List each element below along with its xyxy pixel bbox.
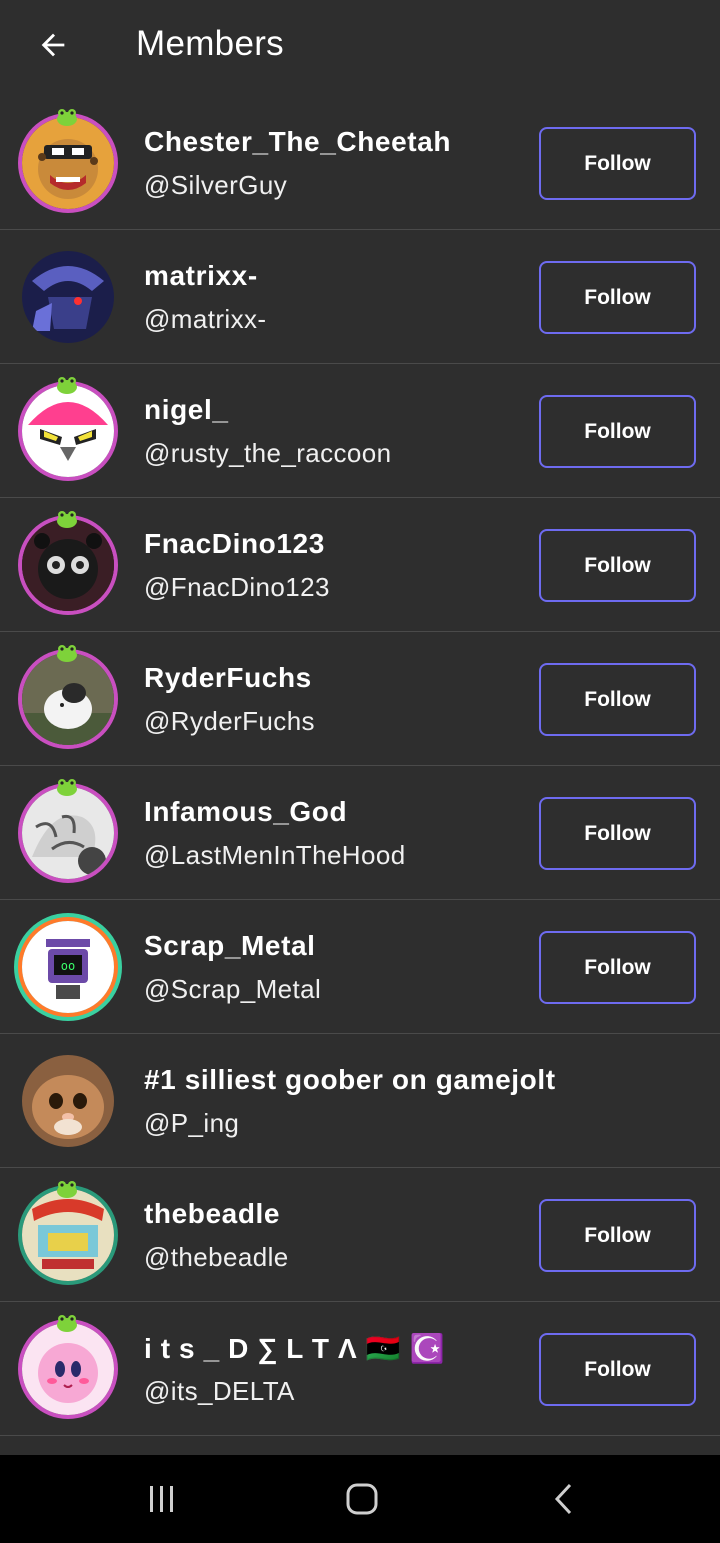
member-name: matrixx- <box>144 260 258 291</box>
avatar[interactable] <box>22 251 114 343</box>
avatar[interactable] <box>22 519 114 611</box>
frog-badge-icon <box>57 377 77 394</box>
member-name: thebeadle <box>144 1198 281 1229</box>
avatar[interactable] <box>22 1323 114 1415</box>
member-name: RyderFuchs <box>144 662 312 693</box>
back-icon <box>554 1483 572 1515</box>
frog-badge-icon <box>57 779 77 796</box>
member-handle: @its_DELTA <box>144 1376 295 1406</box>
member-name: Chester_The_Cheetah <box>144 126 452 157</box>
member-row[interactable]: Infamous_God @LastMenInTheHood Follow <box>0 766 720 900</box>
follow-button[interactable]: Follow <box>539 395 696 468</box>
member-name: #1 silliest goober on gamejolt <box>144 1064 556 1095</box>
member-name: nigel_ <box>144 394 229 425</box>
svg-text:oo: oo <box>61 959 75 973</box>
member-row[interactable]: RyderFuchs @RyderFuchs Follow <box>0 632 720 766</box>
home-button[interactable] <box>332 1473 392 1525</box>
member-handle: @rusty_the_raccoon <box>144 438 392 468</box>
follow-button[interactable]: Follow <box>539 1333 696 1406</box>
frog-badge-icon <box>57 645 77 662</box>
member-name: FnacDino123 <box>144 528 325 559</box>
follow-button[interactable]: Follow <box>539 529 696 602</box>
frog-badge-icon <box>57 1315 77 1332</box>
member-name: i t s _ D ∑ L T Λ 🇱🇾 ☪️ <box>144 1333 445 1364</box>
member-row[interactable]: oo Scrap_Metal @Scrap_Metal Follow <box>0 900 720 1034</box>
member-handle: @SilverGuy <box>144 170 288 200</box>
member-handle: @RyderFuchs <box>144 706 315 736</box>
member-row[interactable]: FnacDino123 @FnacDino123 Follow <box>0 498 720 632</box>
member-handle: @thebeadle <box>144 1242 289 1272</box>
follow-button[interactable]: Follow <box>539 261 696 334</box>
avatar[interactable] <box>22 653 114 745</box>
system-back-button[interactable] <box>534 1473 594 1525</box>
member-row[interactable]: #1 silliest goober on gamejolt @P_ing <box>0 1034 720 1168</box>
follow-button[interactable]: Follow <box>539 931 696 1004</box>
app-header: Members <box>0 0 720 95</box>
back-button[interactable] <box>30 22 76 68</box>
avatar[interactable]: oo <box>22 921 114 1013</box>
member-handle: @P_ing <box>144 1108 240 1138</box>
member-row[interactable]: Chester_The_Cheetah @SilverGuy Follow <box>0 96 720 230</box>
page-title: Members <box>136 24 284 63</box>
recent-apps-button[interactable] <box>132 1473 192 1525</box>
system-nav-bar <box>0 1455 720 1543</box>
member-handle: @Scrap_Metal <box>144 974 322 1004</box>
member-name: Infamous_God <box>144 796 348 827</box>
member-row[interactable]: nigel_ @rusty_the_raccoon Follow <box>0 364 720 498</box>
member-row[interactable]: matrixx- @matrixx- Follow <box>0 230 720 364</box>
member-name: Scrap_Metal <box>144 930 316 961</box>
avatar[interactable] <box>22 1055 114 1147</box>
member-handle: @FnacDino123 <box>144 572 330 602</box>
home-icon <box>346 1483 378 1515</box>
frog-badge-icon <box>57 109 77 126</box>
avatar[interactable] <box>22 787 114 879</box>
member-row[interactable]: i t s _ D ∑ L T Λ 🇱🇾 ☪️ @its_DELTA Follo… <box>0 1302 720 1436</box>
follow-button[interactable]: Follow <box>539 1199 696 1272</box>
avatar[interactable] <box>22 1189 114 1281</box>
avatar[interactable] <box>22 117 114 209</box>
follow-button[interactable]: Follow <box>539 663 696 736</box>
arrow-left-icon <box>41 33 65 57</box>
avatar[interactable] <box>22 385 114 477</box>
follow-button[interactable]: Follow <box>539 127 696 200</box>
member-handle: @matrixx- <box>144 304 267 334</box>
members-list: Chester_The_Cheetah @SilverGuy Follow ma… <box>0 96 720 1436</box>
member-handle: @LastMenInTheHood <box>144 840 406 870</box>
recent-apps-icon <box>150 1486 173 1512</box>
follow-button[interactable]: Follow <box>539 797 696 870</box>
frog-badge-icon <box>57 1181 77 1198</box>
member-row[interactable]: thebeadle @thebeadle Follow <box>0 1168 720 1302</box>
frog-badge-icon <box>57 511 77 528</box>
